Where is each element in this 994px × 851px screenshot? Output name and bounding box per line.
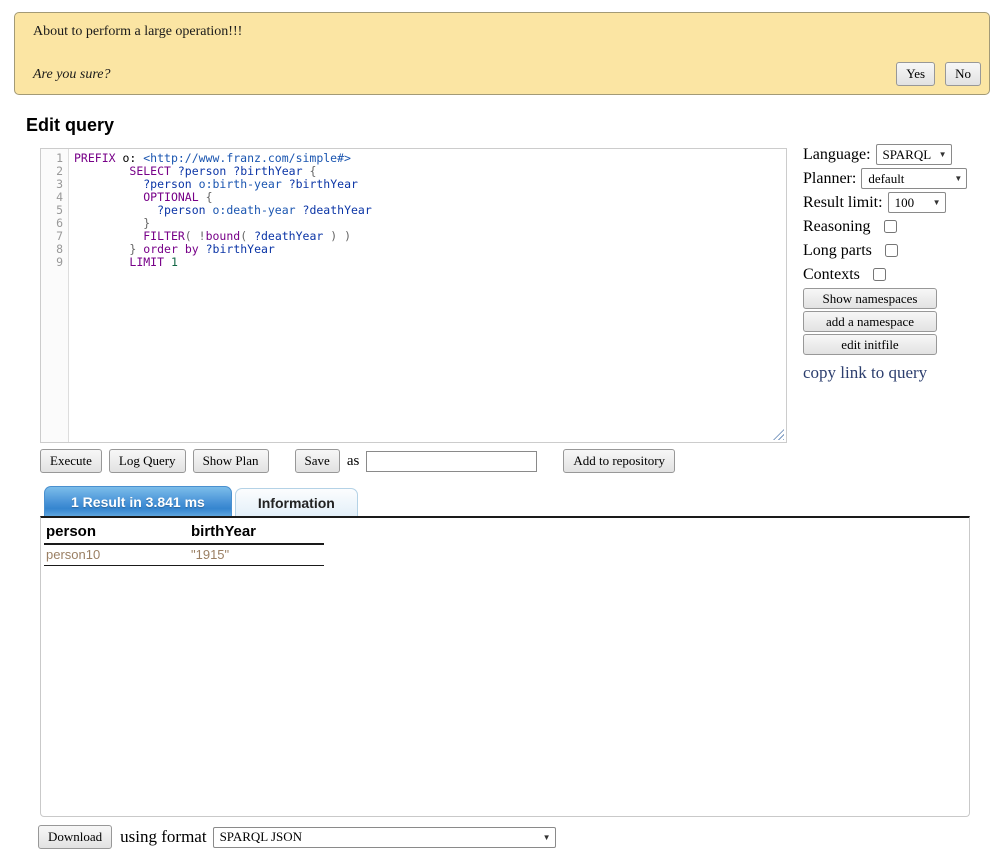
sparql-query-page: About to perform a large operation!!! Ar… [0,0,994,851]
result-cell[interactable]: "1915" [189,544,324,566]
long-parts-checkbox[interactable] [885,244,898,257]
language-label: Language: [803,146,871,164]
tab-information[interactable]: Information [235,488,358,517]
contexts-checkbox[interactable] [873,268,886,281]
add-to-repository-button[interactable]: Add to repository [563,449,675,473]
table-row: person10"1915" [44,544,324,566]
chevron-down-icon: ▼ [933,198,941,207]
download-format-value: SPARQL JSON [220,829,303,845]
planner-value: default [868,171,904,187]
edit-initfile-button[interactable]: edit initfile [803,334,937,355]
reasoning-label: Reasoning [803,218,871,236]
result-limit-select[interactable]: 100 ▼ [888,192,946,213]
line-number: 4 [41,191,68,204]
large-operation-dialog: About to perform a large operation!!! Ar… [14,12,990,95]
save-button[interactable]: Save [295,449,340,473]
results-tabs: 1 Result in 3.841 ms Information [44,486,358,517]
download-format-select[interactable]: SPARQL JSON ▼ [213,827,556,848]
line-number: 2 [41,165,68,178]
column-header-birthyear: birthYear [189,522,324,544]
line-number: 3 [41,178,68,191]
show-namespaces-button[interactable]: Show namespaces [803,288,937,309]
chevron-down-icon: ▼ [543,833,551,842]
dialog-question: Are you sure? [33,67,111,83]
query-options-panel: Language: SPARQL ▼ Planner: default ▼ Re… [803,144,986,383]
line-number: 9 [41,256,68,269]
query-editor[interactable]: 123456789 PREFIX o: <http://www.franz.co… [40,148,787,443]
contexts-label: Contexts [803,266,860,284]
show-plan-button[interactable]: Show Plan [193,449,269,473]
line-number: 1 [41,152,68,165]
log-query-button[interactable]: Log Query [109,449,186,473]
add-namespace-button[interactable]: add a namespace [803,311,937,332]
chevron-down-icon: ▼ [954,174,962,183]
download-button[interactable]: Download [38,825,112,849]
dialog-buttons: Yes No [896,62,981,86]
line-number: 8 [41,243,68,256]
dialog-message: About to perform a large operation!!! [33,24,242,40]
tab-results[interactable]: 1 Result in 3.841 ms [44,486,232,517]
result-limit-label: Result limit: [803,194,883,212]
save-as-label: as [347,453,360,470]
language-value: SPARQL [883,147,932,163]
result-cell[interactable]: person10 [44,544,189,566]
result-limit-value: 100 [895,195,915,211]
execute-button[interactable]: Execute [40,449,102,473]
planner-label: Planner: [803,170,856,188]
code-area[interactable]: PREFIX o: <http://www.franz.com/simple#>… [69,149,786,442]
results-panel: person birthYear person10"1915" [40,516,970,817]
line-number: 6 [41,217,68,230]
chevron-down-icon: ▼ [939,150,947,159]
language-select[interactable]: SPARQL ▼ [876,144,952,165]
results-table: person birthYear person10"1915" [44,522,324,566]
planner-select[interactable]: default ▼ [861,168,967,189]
copy-link-to-query-link[interactable]: copy link to query [803,363,927,383]
code-line: ?person o:death-year ?deathYear [74,204,786,217]
download-row: Download using format SPARQL JSON ▼ [38,825,556,849]
line-number: 7 [41,230,68,243]
yes-button[interactable]: Yes [896,62,935,86]
code-line: LIMIT 1 [74,256,786,269]
no-button[interactable]: No [945,62,981,86]
code-line: } order by ?birthYear [74,243,786,256]
long-parts-label: Long parts [803,242,872,260]
query-action-row: Execute Log Query Show Plan Save as Add … [40,449,970,473]
line-number-gutter: 123456789 [41,149,69,442]
page-title: Edit query [26,115,114,136]
column-header-person: person [44,522,189,544]
line-number: 5 [41,204,68,217]
using-format-label: using format [120,827,206,847]
reasoning-checkbox[interactable] [884,220,897,233]
save-name-input[interactable] [366,451,537,472]
